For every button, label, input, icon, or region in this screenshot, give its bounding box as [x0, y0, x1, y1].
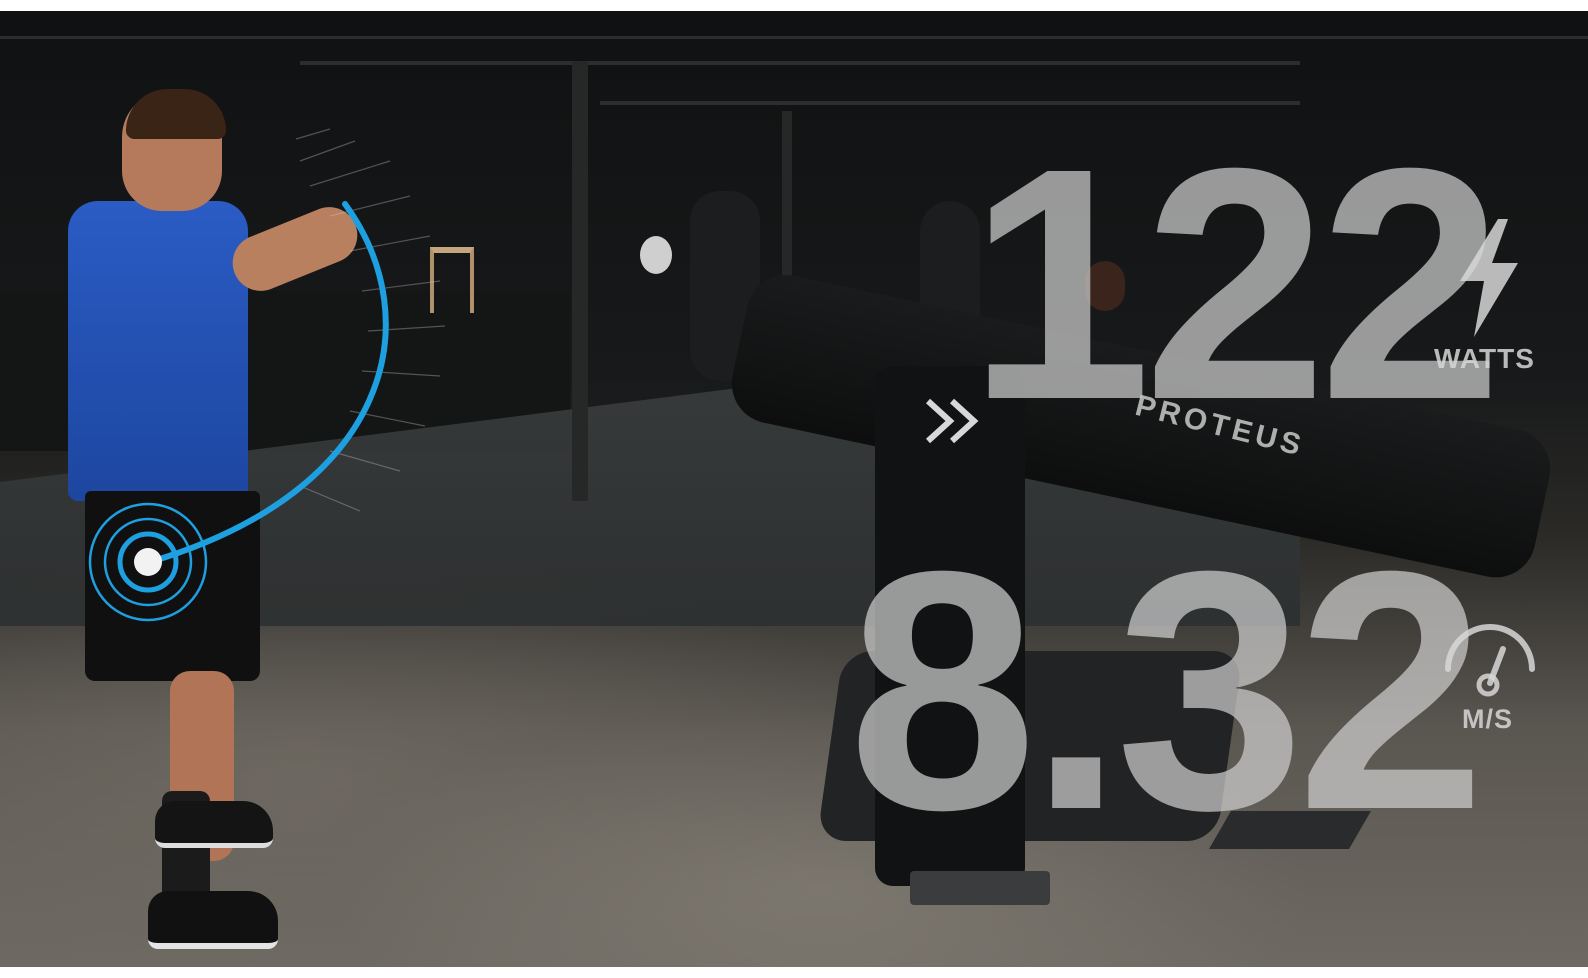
- video-frame: PROTEUS 122 WATTS 8.32 M/S: [0, 11, 1588, 967]
- power-unit: WATTS: [1434, 343, 1535, 374]
- motion-speed-lines: [295, 128, 446, 512]
- speed-value: 8.32: [848, 501, 1486, 881]
- lightning-bolt-icon: [1460, 219, 1518, 337]
- speed-unit: M/S: [1462, 704, 1514, 734]
- power-value: 122: [968, 99, 1503, 468]
- speedometer-icon: [1445, 624, 1535, 697]
- target-marker: [88, 502, 208, 622]
- motion-trajectory-arc: [147, 201, 389, 565]
